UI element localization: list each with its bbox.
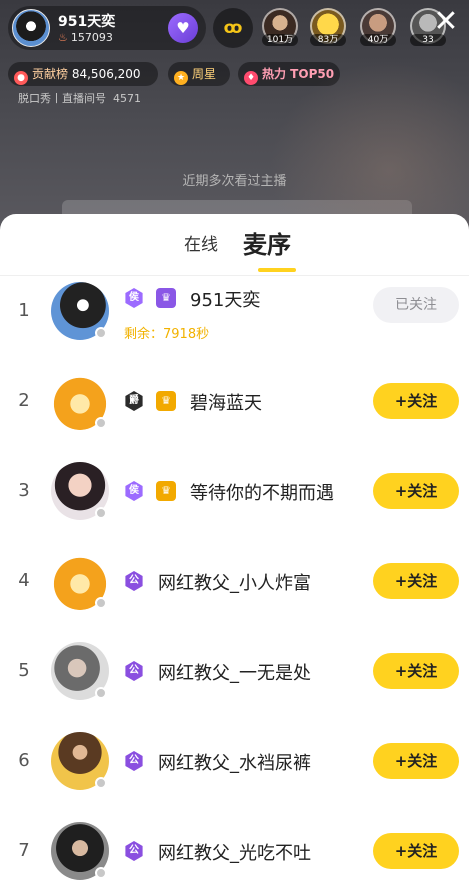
follow-button[interactable]: +关注 xyxy=(373,743,459,779)
status-dot xyxy=(95,507,107,519)
queue-position: 5 xyxy=(18,660,30,681)
queue-row[interactable]: 6 公 网红教父_水裆尿裤 +关注 xyxy=(0,716,469,806)
viewer-count: 83万 xyxy=(310,34,346,46)
fire-icon: ♦ xyxy=(244,71,258,85)
queue-position: 4 xyxy=(18,570,30,591)
guests-icon[interactable]: ꝏ xyxy=(213,8,253,48)
queue-row[interactable]: 7 公 网红教父_光吃不吐 +关注 xyxy=(0,806,469,883)
queue-row[interactable]: 3 侯 ♛ 等待你的不期而遇 +关注 xyxy=(0,446,469,536)
room-category: 脱口秀丨直播间号 xyxy=(18,92,106,105)
status-dot xyxy=(95,777,107,789)
close-icon[interactable]: ✕ xyxy=(429,2,463,42)
user-name: 网红教父_小人炸富 xyxy=(158,573,311,594)
user-name: 网红教父_水裆尿裤 xyxy=(158,753,311,774)
noble-level-badge: 公 xyxy=(125,751,143,771)
hot-rank-button[interactable]: ♦ 热力 TOP50 xyxy=(238,62,340,86)
hot-label: 热力 TOP50 xyxy=(262,67,335,81)
status-dot xyxy=(95,327,107,339)
queue-position: 2 xyxy=(18,390,30,411)
follow-button[interactable]: +关注 xyxy=(373,563,459,599)
star-icon: ★ xyxy=(174,71,188,85)
shirt-badge-icon: ♛ xyxy=(156,288,176,308)
room-number: 4571 xyxy=(113,92,141,105)
mic-queue-sheet: 在线 麦序 1 侯 ♛ 951天奕 剩余：7918秒 已关注 2 爵 ♛ 碧海蓝… xyxy=(0,214,469,883)
shirt-badge-icon: ♛ xyxy=(156,481,176,501)
queue-row[interactable]: 5 公 网红教父_一无是处 +关注 xyxy=(0,626,469,716)
queue-row[interactable]: 1 侯 ♛ 951天奕 剩余：7918秒 已关注 xyxy=(0,266,469,356)
contribution-icon: ● xyxy=(14,71,28,85)
user-name: 951天奕 xyxy=(190,290,261,311)
noble-level-badge: 公 xyxy=(125,571,143,591)
remaining-time: 剩余：7918秒 xyxy=(124,327,210,342)
viewer-count: 101万 xyxy=(262,34,298,46)
noble-level-badge: 侯 xyxy=(125,288,143,308)
user-name: 网红教父_一无是处 xyxy=(158,663,311,684)
anchor-id-row: ♨ 157093 xyxy=(58,31,113,44)
follow-button[interactable]: +关注 xyxy=(373,833,459,869)
anchor-info-pill[interactable]: 951天奕 ♨ 157093 ♥ xyxy=(8,6,206,50)
recent-hint: 近期多次看过主播 xyxy=(182,174,287,189)
follow-heart-button[interactable]: ♥ xyxy=(168,13,198,43)
anchor-id: 157093 xyxy=(70,31,113,44)
live-room-background: 951天奕 ♨ 157093 ♥ ꝏ 101万 83万 40万 33 ✕ ● 贡献榜… xyxy=(0,0,469,240)
user-name: 碧海蓝天 xyxy=(190,393,262,414)
status-dot xyxy=(95,867,107,879)
queue-position: 6 xyxy=(18,750,30,771)
status-dot xyxy=(95,597,107,609)
noble-level-badge: 公 xyxy=(125,841,143,861)
viewer-count: 40万 xyxy=(360,34,396,46)
anchor-name: 951天奕 xyxy=(58,14,116,30)
queue-position: 1 xyxy=(18,300,30,321)
contribution-value: 84,506,200 xyxy=(71,67,141,81)
noble-level-badge: 爵 xyxy=(125,391,143,411)
user-name: 网红教父_光吃不吐 xyxy=(158,843,311,864)
follow-button[interactable]: +关注 xyxy=(373,473,459,509)
status-dot xyxy=(95,687,107,699)
room-subtitle: 脱口秀丨直播间号 4571 xyxy=(18,90,141,106)
weekly-star-label: 周星 xyxy=(192,67,217,81)
follow-button[interactable]: +关注 xyxy=(373,383,459,419)
noble-level-badge: 侯 xyxy=(125,481,143,501)
shirt-badge-icon: ♛ xyxy=(156,391,176,411)
follow-button[interactable]: +关注 xyxy=(373,653,459,689)
queue-position: 7 xyxy=(18,840,30,861)
queue-position: 3 xyxy=(18,480,30,501)
anchor-avatar[interactable] xyxy=(12,9,50,47)
weekly-star-button[interactable]: ★ 周星 xyxy=(168,62,230,86)
followed-button[interactable]: 已关注 xyxy=(373,287,459,323)
user-name: 等待你的不期而遇 xyxy=(190,483,334,504)
queue-row[interactable]: 2 爵 ♛ 碧海蓝天 +关注 xyxy=(0,356,469,446)
noble-level-badge: 公 xyxy=(125,661,143,681)
contribution-rank-button[interactable]: ● 贡献榜 84,506,200 xyxy=(8,62,158,86)
contribution-label: 贡献榜 xyxy=(32,67,69,81)
flame-icon: ♨ xyxy=(58,31,68,44)
queue-row[interactable]: 4 公 网红教父_小人炸富 +关注 xyxy=(0,536,469,626)
status-dot xyxy=(95,417,107,429)
